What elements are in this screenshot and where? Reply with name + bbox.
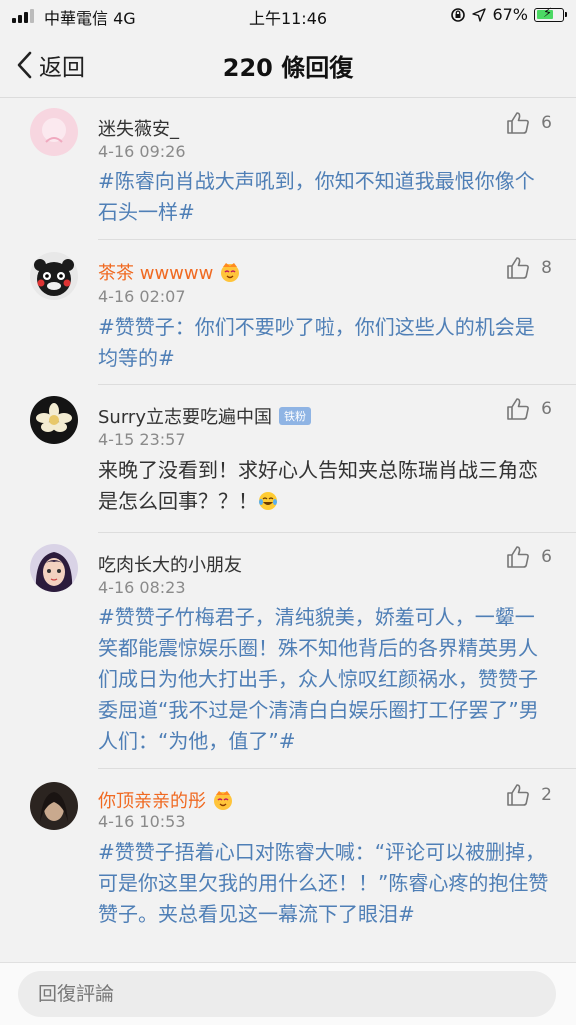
- reply-input[interactable]: 回復評論: [18, 971, 556, 1017]
- thumbs-up-icon: [507, 257, 530, 279]
- rotation-lock-icon: [451, 7, 466, 22]
- like-count: 6: [541, 547, 552, 567]
- avatar[interactable]: [30, 544, 78, 592]
- thumbs-up-icon: [507, 784, 530, 806]
- comment-text[interactable]: #赞赞子：你们不要吵了啦，你们这些人的机会是均等的#: [98, 312, 552, 374]
- avatar[interactable]: [30, 396, 78, 444]
- comment-item: 迷失薇安_ 4-16 09:26 #陈睿向肖战大声吼到，你知不知道我最恨你像个石…: [0, 98, 576, 239]
- comment-item: 吃肉长大的小朋友 4-16 08:23 #赞赞子竹梅君子，清纯貌美，娇羞可人，一…: [0, 532, 576, 768]
- fan-badge: 铁粉: [278, 407, 311, 425]
- thumbs-up-icon: [507, 398, 530, 420]
- like-button[interactable]: 2: [505, 782, 552, 808]
- username[interactable]: 迷失薇安_: [98, 115, 179, 141]
- battery-percent: 67%: [492, 5, 528, 24]
- avatar[interactable]: [30, 108, 78, 156]
- avatar-image: [30, 544, 78, 592]
- comment-time: 4-16 08:23: [98, 578, 186, 597]
- name-row: 迷失薇安_: [98, 115, 179, 141]
- avatar-image: [30, 782, 78, 830]
- comment-time: 4-16 02:07: [98, 287, 186, 306]
- like-button[interactable]: 6: [505, 396, 552, 422]
- comment-time: 4-16 10:53: [98, 812, 186, 831]
- comment-item: Surry立志要吃遍中国 铁粉 4-15 23:57 来晚了没看到！求好心人告知…: [0, 384, 576, 532]
- nav-bar: 返回 220 條回復: [0, 30, 576, 98]
- like-button[interactable]: 6: [505, 110, 552, 136]
- comment-time: 4-15 23:57: [98, 430, 186, 449]
- like-count: 8: [541, 258, 552, 278]
- comment-text[interactable]: #赞赞子竹梅君子，清纯貌美，娇羞可人，一颦一笑都能震惊娱乐圈！殊不知他背后的各界…: [98, 602, 552, 757]
- avatar-image: [30, 252, 78, 300]
- username[interactable]: Surry立志要吃遍中国: [98, 403, 272, 429]
- laughing-crying-emoji-icon: [259, 492, 277, 510]
- avatar-image: [30, 396, 78, 444]
- like-button[interactable]: 6: [505, 544, 552, 570]
- username[interactable]: 茶茶 wwwww: [98, 259, 213, 285]
- status-right: 67% ⚡: [450, 5, 567, 24]
- like-count: 2: [541, 785, 552, 805]
- comment-text[interactable]: 来晚了没看到！求好心人告知夹总陈瑞肖战三角恋是怎么回事？？！: [98, 455, 552, 517]
- username[interactable]: 你顶亲亲的彤: [98, 787, 206, 813]
- comment-text-body: 来晚了没看到！求好心人告知夹总陈瑞肖战三角恋是怎么回事？？！: [98, 458, 538, 513]
- status-bar: 中華電信 4G 上午11:46 67% ⚡: [0, 0, 576, 30]
- avatar-image: [30, 108, 78, 156]
- name-row: Surry立志要吃遍中国 铁粉: [98, 403, 311, 429]
- reply-bar: 回復評論: [0, 962, 576, 1025]
- avatar[interactable]: [30, 782, 78, 830]
- comment-text[interactable]: #赞赞子捂着心口对陈睿大喊：“评论可以被删掉，可是你这里欠我的用什么还！！”陈睿…: [98, 837, 552, 930]
- comment-text[interactable]: #陈睿向肖战大声吼到，你知不知道我最恨你像个石头一样#: [98, 166, 552, 228]
- like-count: 6: [541, 399, 552, 419]
- name-row: 你顶亲亲的彤: [98, 787, 234, 813]
- name-row: 茶茶 wwwww: [98, 259, 241, 285]
- name-row: 吃肉长大的小朋友: [98, 551, 242, 577]
- comment-time: 4-16 09:26: [98, 142, 186, 161]
- comment-item: 你顶亲亲的彤 4-16 10:53 #赞赞子捂着心口对陈睿大喊：“评论可以被删掉…: [0, 768, 576, 962]
- avatar[interactable]: [30, 252, 78, 300]
- location-arrow-icon: [472, 7, 487, 22]
- page-title: 220 條回復: [222, 54, 354, 82]
- comment-list: 迷失薇安_ 4-16 09:26 #陈睿向肖战大声吼到，你知不知道我最恨你像个石…: [0, 98, 576, 962]
- thumbs-up-icon: [507, 546, 530, 568]
- crown-face-icon: [221, 263, 240, 282]
- crown-face-icon: [214, 791, 232, 810]
- charging-bolt-icon: ⚡: [543, 5, 553, 21]
- comment-item: 茶茶 wwwww 4-16 02:07 #赞赞子：你们不要吵了啦，你们这些人的机…: [0, 239, 576, 384]
- like-count: 6: [541, 113, 552, 133]
- like-button[interactable]: 8: [505, 255, 552, 281]
- username[interactable]: 吃肉长大的小朋友: [98, 551, 242, 577]
- thumbs-up-icon: [507, 112, 530, 134]
- battery-icon: ⚡: [534, 5, 567, 22]
